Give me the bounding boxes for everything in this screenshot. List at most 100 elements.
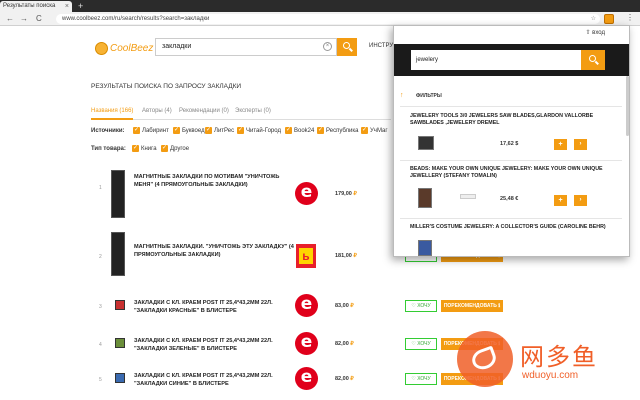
- tab-titles[interactable]: Названия (166): [91, 108, 133, 114]
- checkbox-checked-icon[interactable]: ✓: [132, 145, 139, 152]
- recommend-button[interactable]: ПОРЕКОМЕНДОВАТЬ ℹ: [441, 300, 503, 312]
- product-price: 83,00 ₽: [335, 303, 354, 309]
- type-option[interactable]: Другое: [170, 146, 189, 152]
- browser-tab-title: Результаты поиска: [3, 3, 56, 9]
- popup-product-price: 17,62 $: [500, 141, 519, 147]
- go-button[interactable]: ›: [574, 139, 587, 150]
- reload-icon[interactable]: C: [36, 13, 42, 25]
- filters-toggle[interactable]: ФИЛЬТРЫ: [416, 93, 442, 99]
- checkbox-checked-icon[interactable]: ✓: [237, 127, 244, 134]
- want-button[interactable]: ♡ ХОЧУ: [405, 338, 437, 350]
- product-title[interactable]: МАГНИТНЫЕ ЗАКЛАДКИ ПО МОТИВАМ "УНИЧТОЖЬ …: [134, 174, 294, 189]
- popup-product-title[interactable]: MILLER'S COSTUME JEWELERY: A COLLECTOR'S…: [410, 224, 620, 231]
- type-filter: Тип товара: ✓ Книга ✓ Другое: [91, 145, 241, 154]
- add-button[interactable]: +: [554, 139, 567, 150]
- row-number: 2: [99, 254, 102, 260]
- source-option[interactable]: Читай-Город: [246, 128, 281, 134]
- shop-logo[interactable]: e: [295, 332, 318, 355]
- source-option[interactable]: Республика: [326, 128, 359, 134]
- tab-authors[interactable]: Авторы (4): [142, 108, 172, 114]
- product-thumbnail[interactable]: [115, 300, 125, 310]
- watermark-text: 网多鱼: [520, 343, 598, 371]
- product-price: 179,00 ₽: [335, 191, 357, 197]
- checkbox-checked-icon[interactable]: ✓: [133, 127, 140, 134]
- product-thumbnail[interactable]: [111, 232, 125, 276]
- row-number: 1: [99, 185, 102, 191]
- checkbox-checked-icon[interactable]: ✓: [317, 127, 324, 134]
- divider: [400, 160, 622, 161]
- product-thumbnail[interactable]: [115, 373, 125, 383]
- checkbox-checked-icon[interactable]: ✓: [361, 127, 368, 134]
- popup-search-input[interactable]: jewelery: [411, 50, 581, 70]
- product-title[interactable]: ЗАКЛАДКИ С КЛ. КРАЕМ POST IT 25,4*43,2ММ…: [134, 373, 294, 388]
- logo-bee-icon: [95, 42, 108, 55]
- active-tab-indicator: [91, 118, 133, 120]
- checkbox-checked-icon[interactable]: ✓: [161, 145, 168, 152]
- source-option[interactable]: УчМаг: [370, 128, 388, 134]
- want-button[interactable]: ♡ ХОЧУ: [405, 300, 437, 312]
- site-search-button[interactable]: [337, 38, 357, 56]
- shop-logo[interactable]: e: [295, 294, 318, 317]
- popup-product-image[interactable]: [460, 194, 476, 199]
- product-title[interactable]: ЗАКЛАДКИ С КЛ. КРАЕМ POST IT 25,4*43,2ММ…: [134, 338, 294, 353]
- tab-recommendations[interactable]: Рекомендации (0): [179, 108, 229, 114]
- product-title[interactable]: МАГНИТНЫЕ ЗАКЛАДКИ. "УНИЧТОЖЬ ЭТУ ЗАКЛАД…: [134, 244, 294, 259]
- result-tabs: Названия (166) Авторы (4) Рекомендации (…: [91, 106, 391, 120]
- shop-logo[interactable]: e: [295, 367, 318, 390]
- popup-product-image[interactable]: [418, 240, 432, 256]
- add-button[interactable]: +: [554, 195, 567, 206]
- popup-product-image[interactable]: [418, 136, 434, 150]
- popup-product-title[interactable]: BEADS: MAKE YOUR OWN UNIQUE JEWELERY: MA…: [410, 166, 620, 180]
- back-icon[interactable]: ←: [6, 13, 14, 25]
- popup-search-bar: jewelery: [394, 44, 629, 76]
- watermark-logo: [457, 331, 513, 387]
- type-option[interactable]: Книга: [141, 146, 157, 152]
- product-price: 181,00 ₽: [335, 253, 357, 259]
- new-tab-button[interactable]: +: [78, 0, 83, 12]
- checkbox-checked-icon[interactable]: ✓: [205, 127, 212, 134]
- product-price: 82,00 ₽: [335, 376, 354, 382]
- extension-icon[interactable]: [604, 14, 614, 24]
- tab-experts[interactable]: Эксперты (0): [235, 108, 271, 114]
- site-logo[interactable]: CoolBeez: [110, 42, 153, 55]
- arrow-up-icon[interactable]: ↑: [400, 92, 404, 99]
- login-link[interactable]: ⇧ вход: [585, 29, 605, 36]
- result-row[interactable]: 3 ЗАКЛАДКИ С КЛ. КРАЕМ POST IT 25,4*43,2…: [91, 292, 511, 332]
- source-option[interactable]: Book24: [294, 128, 314, 134]
- sources-label: Источники:: [91, 128, 125, 134]
- checkbox-checked-icon[interactable]: ✓: [285, 127, 292, 134]
- source-option[interactable]: Буквоед: [182, 128, 205, 134]
- popup-product-title[interactable]: JEWELERY TOOLS 3/0 JEWELERS SAW BLADES,G…: [410, 113, 620, 127]
- result-row[interactable]: 5 ЗАКЛАДКИ С КЛ. КРАЕМ POST IT 25,4*43,2…: [91, 365, 511, 400]
- product-thumbnail[interactable]: [111, 170, 125, 218]
- extension-popup: ⇧ вход jewelery ↑ ФИЛЬТРЫ JEWELERY TOOLS…: [393, 25, 630, 257]
- address-bar[interactable]: www.coolbeez.com/ru/search/results?searc…: [56, 14, 600, 24]
- star-icon[interactable]: ☆: [591, 14, 596, 24]
- browser-tab[interactable]: Результаты поиска ×: [0, 1, 72, 12]
- popup-search-button[interactable]: [581, 50, 605, 70]
- close-icon[interactable]: ×: [65, 1, 69, 12]
- shop-logo[interactable]: ь: [296, 244, 316, 268]
- result-row[interactable]: 4 ЗАКЛАДКИ С КЛ. КРАЕМ POST IT 25,4*43,2…: [91, 330, 511, 370]
- browser-tabbar: Результаты поиска × +: [0, 0, 640, 12]
- watermark-subtext: wduoyu.com: [522, 370, 579, 381]
- source-option[interactable]: ЛитРес: [214, 128, 234, 134]
- search-icon: [343, 42, 350, 49]
- menu-icon[interactable]: ⋮: [626, 13, 634, 22]
- go-button[interactable]: ›: [574, 195, 587, 206]
- checkbox-checked-icon[interactable]: ✓: [173, 127, 180, 134]
- popup-scrollbar[interactable]: [626, 76, 629, 136]
- product-title[interactable]: ЗАКЛАДКИ С КЛ. КРАЕМ POST IT 25,4*43,2ММ…: [134, 300, 294, 315]
- popup-product-image[interactable]: [418, 188, 432, 208]
- url-text: www.coolbeez.com/ru/search/results?searc…: [62, 16, 210, 22]
- shop-logo[interactable]: e: [295, 182, 318, 205]
- fish-icon: [469, 345, 499, 373]
- row-number: 5: [99, 377, 102, 383]
- product-thumbnail[interactable]: [115, 338, 125, 348]
- source-option[interactable]: Лабиринт: [142, 128, 169, 134]
- type-label: Тип товара:: [91, 146, 126, 152]
- clear-icon[interactable]: ×: [323, 42, 332, 51]
- want-button[interactable]: ♡ ХОЧУ: [405, 373, 437, 385]
- forward-icon[interactable]: →: [20, 13, 28, 25]
- site-search-input[interactable]: закладки: [155, 38, 337, 56]
